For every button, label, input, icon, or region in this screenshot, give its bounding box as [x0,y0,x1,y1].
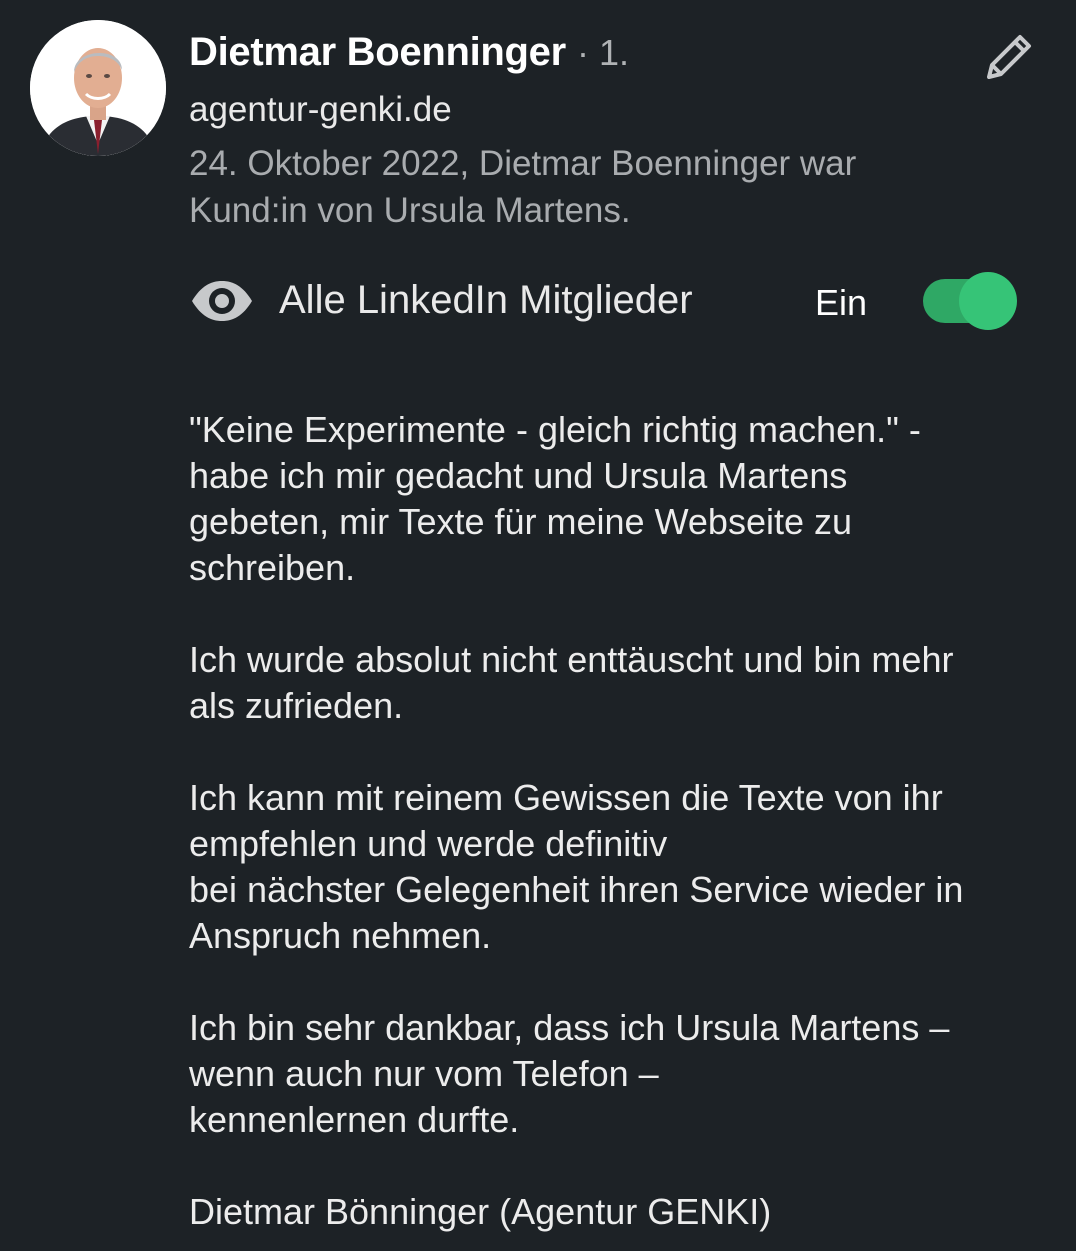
text-line: wenn auch nur vom Telefon – [189,1053,659,1094]
visibility-toggle[interactable] [923,272,1017,330]
eye-icon [192,281,252,321]
author-name[interactable]: Dietmar Boenninger [189,30,566,74]
recommendation-paragraph: Ich wurde absolut nicht enttäuscht und b… [189,637,1049,729]
profile-photo [30,20,166,156]
recommendation-paragraph: Ich bin sehr dankbar, dass ich Ursula Ma… [189,1005,1049,1143]
text-line: als zufrieden. [189,685,404,726]
text-line: habe ich mir gedacht und Ursula Martens [189,455,848,496]
recommendation-paragraph: "Keine Experimente - gleich richtig mach… [189,407,1049,591]
text-line: empfehlen und werde definitiv [189,823,668,864]
recommendation-signature: Dietmar Bönninger (Agentur GENKI) [189,1191,772,1232]
edit-button[interactable] [974,22,1044,92]
text-line: bei nächster Gelegenheit ihren Service w… [189,869,964,910]
avatar[interactable] [30,20,166,156]
meta-line: 24. Oktober 2022, Dietmar Boenninger war [189,144,857,183]
text-line: gebeten, mir Texte für meine Webseite zu [189,501,853,542]
text-line: Ich bin sehr dankbar, dass ich Ursula Ma… [189,1007,950,1048]
text-line: "Keine Experimente - gleich richtig mach… [189,409,921,450]
recommendation-text: "Keine Experimente - gleich richtig mach… [189,407,1049,1235]
connection-degree: · 1. [577,32,630,73]
text-line: Ich wurde absolut nicht enttäuscht und b… [189,639,954,680]
visibility-label: Alle LinkedIn Mitglieder [279,278,693,322]
recommendation-meta: 24. Oktober 2022, Dietmar Boenninger war… [189,140,989,234]
text-line: Anspruch nehmen. [189,915,492,956]
pencil-icon [987,35,1031,79]
text-line: Ich kann mit reinem Gewissen die Texte v… [189,777,943,818]
author-name-line: Dietmar Boenninger · 1. [189,28,629,77]
text-line: kennenlernen durfte. [189,1099,520,1140]
author-headline: agentur-genki.de [189,90,452,129]
visibility-setting: Alle LinkedIn Mitglieder Ein [189,266,1029,336]
toggle-knob [959,272,1017,330]
text-line: schreiben. [189,547,356,588]
recommendation-paragraph: Ich kann mit reinem Gewissen die Texte v… [189,775,1049,959]
meta-line: Kund:in von Ursula Martens. [189,191,631,230]
toggle-state-label: Ein [815,282,868,323]
